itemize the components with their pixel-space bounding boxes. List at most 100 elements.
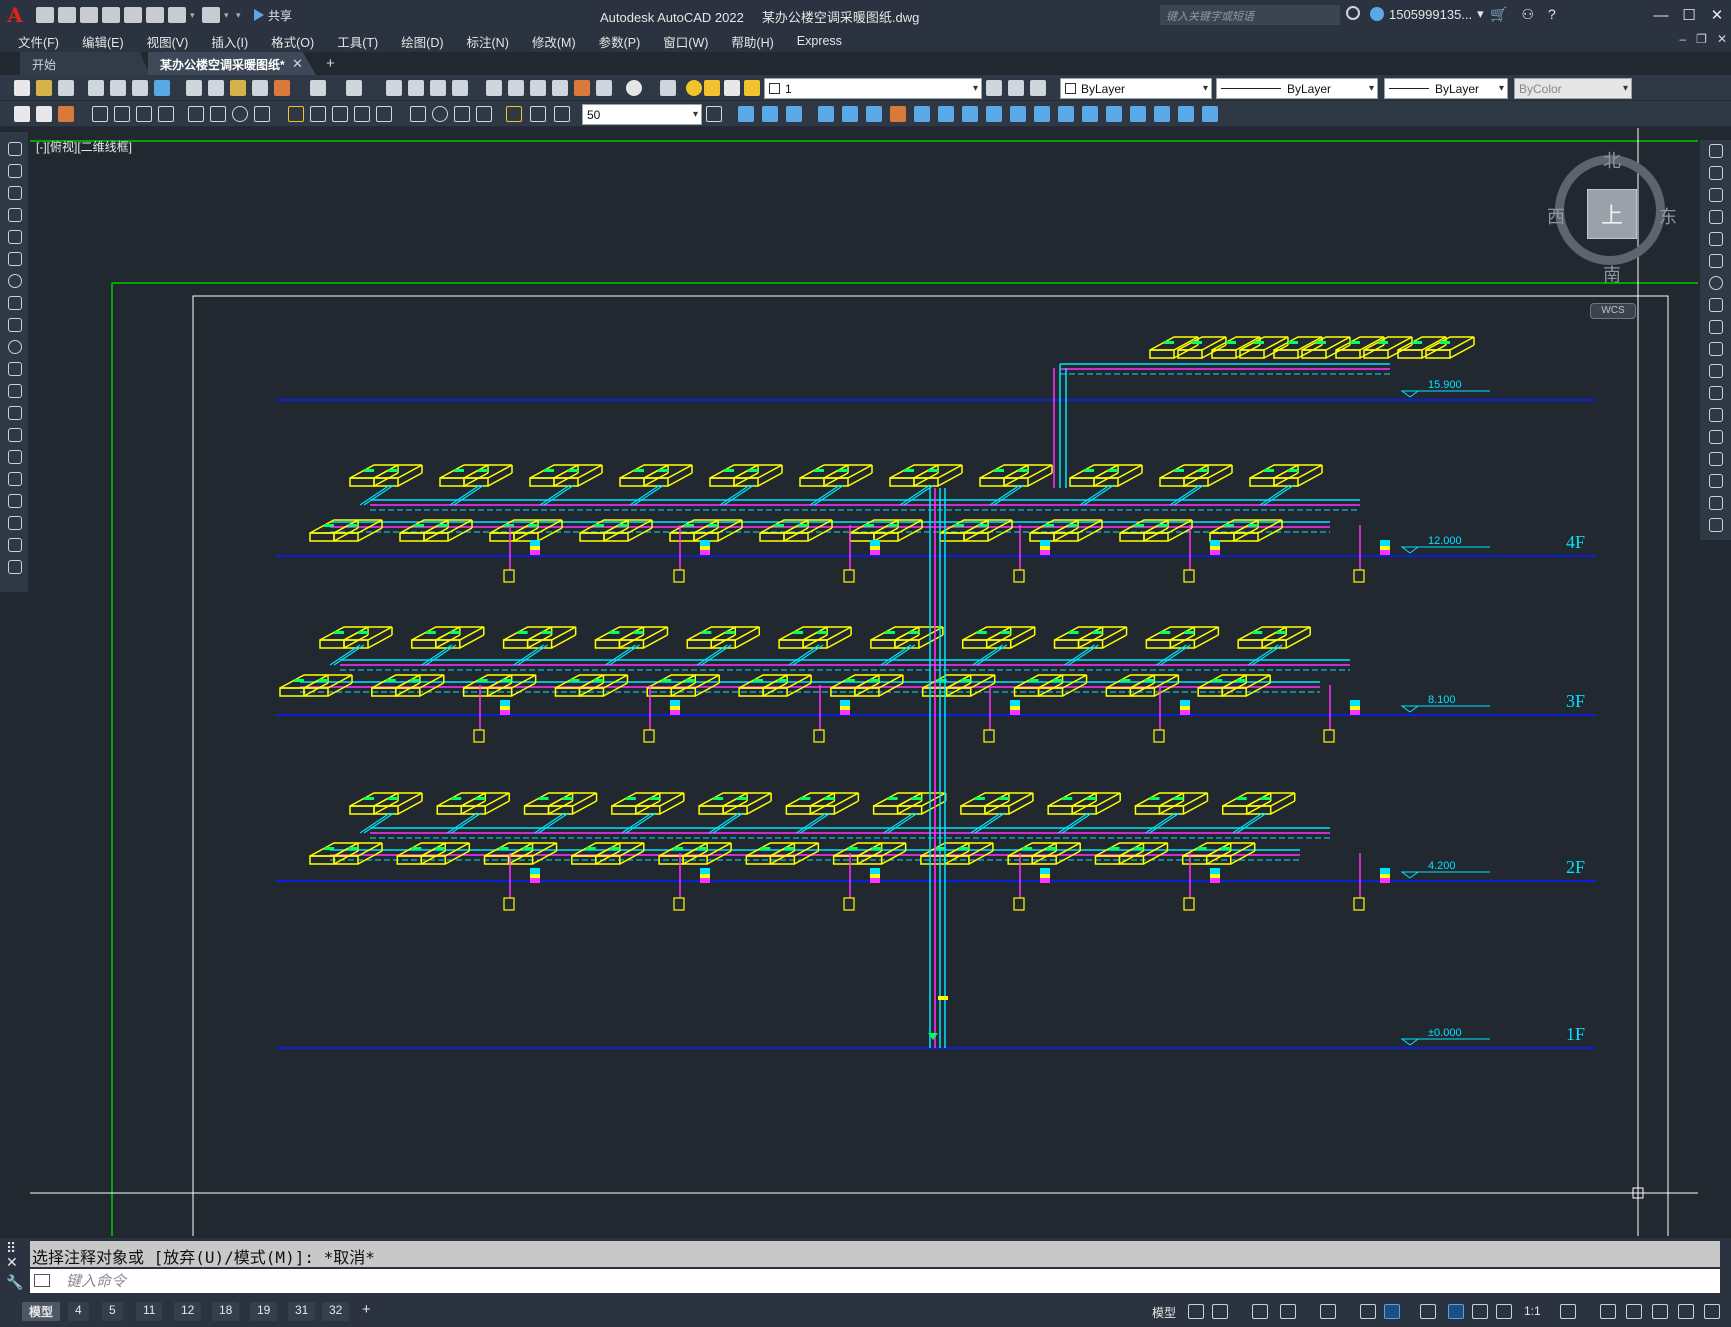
chamfer-icon[interactable] [1034, 106, 1050, 122]
customize-qat-icon[interactable]: ▾ [236, 7, 244, 23]
layout-tab-4[interactable]: 4 [68, 1302, 89, 1321]
menu-edit[interactable]: 编辑(E) [82, 32, 135, 51]
compass-south-label[interactable]: 南 [1603, 261, 1621, 287]
menu-dimension[interactable]: 标注(N) [467, 32, 520, 51]
isolate-objects-icon[interactable] [1678, 1304, 1694, 1319]
user-account[interactable]: 1505999135... ▾ [1370, 6, 1484, 22]
wcs-menu[interactable]: WCS [1590, 303, 1636, 319]
insert-block-icon[interactable] [36, 106, 52, 122]
layout-tab-19[interactable]: 19 [250, 1302, 278, 1321]
isodraft-icon[interactable] [1320, 1304, 1336, 1319]
properties-palette-icon[interactable] [486, 80, 502, 96]
ordinate-dimension-icon[interactable] [158, 106, 174, 122]
object-snap-icon[interactable] [1384, 1304, 1400, 1319]
dimension-update-icon[interactable] [554, 106, 570, 122]
gradient-tool-icon[interactable] [8, 472, 22, 486]
publish-icon[interactable] [132, 80, 148, 96]
layer-on-icon[interactable] [686, 80, 702, 96]
annotation-scale-value[interactable]: 1:1 [1524, 1304, 1541, 1318]
layout-tab-11[interactable]: 11 [136, 1302, 163, 1321]
command-line-customize-icon[interactable]: 🔧 [6, 1274, 23, 1291]
help-toolbar-icon[interactable] [626, 80, 642, 96]
open-icon[interactable] [36, 80, 52, 96]
copy-object-icon[interactable] [738, 106, 754, 122]
block-editor-icon[interactable] [274, 80, 290, 96]
dimension-style-dropdown[interactable]: 50 ▾ [582, 104, 702, 125]
lineweight-display-icon[interactable] [1420, 1304, 1436, 1319]
mtext-tool-icon[interactable] [8, 538, 22, 552]
grid-icon[interactable] [1188, 1304, 1204, 1319]
compass-east-label[interactable]: 东 [1659, 203, 1677, 229]
center-mark-icon[interactable] [432, 106, 448, 122]
layer-freeze-icon[interactable] [704, 80, 720, 96]
break-tool-icon[interactable] [1709, 408, 1723, 422]
make-block-icon[interactable] [8, 406, 22, 420]
tolerance-icon[interactable] [410, 106, 426, 122]
dimension-break-icon[interactable] [376, 106, 392, 122]
jogged-linear-icon[interactable] [476, 106, 492, 122]
layer-properties-icon[interactable] [660, 80, 676, 96]
3d-print-icon[interactable] [154, 80, 170, 96]
mirror-icon[interactable] [762, 106, 778, 122]
aligned-dimension-icon[interactable] [114, 106, 130, 122]
trim-tool-icon[interactable] [1709, 342, 1723, 356]
units-icon[interactable] [1626, 1304, 1642, 1319]
close-icon[interactable]: ✕ [1703, 0, 1731, 30]
command-line-close-icon[interactable]: ✕ [6, 1254, 18, 1271]
point-tool-icon[interactable] [8, 428, 22, 442]
redo-icon[interactable] [202, 7, 220, 23]
layer-previous-icon[interactable] [1008, 80, 1024, 96]
join-icon[interactable] [1010, 106, 1026, 122]
auto-scale-icon[interactable] [1472, 1304, 1488, 1319]
rotate-tool-icon[interactable] [1709, 276, 1723, 290]
menu-tools[interactable]: 工具(T) [337, 32, 389, 51]
snap-icon[interactable] [1212, 1304, 1228, 1319]
fillet-tool-icon[interactable] [1709, 474, 1723, 488]
redo-toolbar-icon[interactable] [346, 80, 362, 96]
dimension-style-icon[interactable] [706, 106, 722, 122]
model-space-button[interactable]: 模型 [1152, 1304, 1176, 1321]
arc-length-icon[interactable] [136, 106, 152, 122]
layer-states-icon[interactable] [1030, 80, 1046, 96]
line-tool-icon[interactable] [8, 142, 22, 156]
layout-tab-32[interactable]: 32 [322, 1302, 350, 1321]
explode-icon[interactable] [1082, 106, 1098, 122]
blend-curves-icon[interactable] [1709, 496, 1723, 510]
extend-icon[interactable] [962, 106, 978, 122]
revision-cloud-icon[interactable] [8, 296, 22, 310]
maximize-icon[interactable]: ☐ [1675, 0, 1703, 30]
plot-preview-icon[interactable] [110, 80, 126, 96]
spline-tool-icon[interactable] [8, 318, 22, 332]
doc-close-icon[interactable]: ✕ [1717, 32, 1727, 46]
trim-icon[interactable] [938, 106, 954, 122]
share-button[interactable]: 共享 [254, 7, 292, 24]
markup-icon[interactable] [574, 80, 590, 96]
layout-tab-18[interactable]: 18 [212, 1302, 240, 1321]
edit-spline-icon[interactable] [1130, 106, 1146, 122]
undo-icon[interactable] [168, 7, 186, 23]
region-tool-icon[interactable] [8, 494, 22, 508]
print-icon[interactable] [146, 7, 164, 23]
recent-commands-icon[interactable] [34, 1274, 50, 1287]
tab-close-icon[interactable]: ✕ [292, 56, 303, 72]
sheet-set-icon[interactable] [552, 80, 568, 96]
search-icon[interactable] [1346, 6, 1360, 20]
polyline-tool-icon[interactable] [8, 186, 22, 200]
menu-draw[interactable]: 绘图(D) [401, 32, 454, 51]
hardware-acceleration-icon[interactable] [1652, 1304, 1668, 1319]
draw-order-icon[interactable] [14, 106, 30, 122]
customization-icon[interactable] [1704, 1304, 1720, 1319]
undo-dropdown-icon[interactable]: ▾ [190, 7, 198, 23]
array-icon[interactable] [818, 106, 834, 122]
layer-dropdown[interactable]: 1 ▾ [764, 78, 982, 99]
mirror-tool-icon[interactable] [1709, 188, 1723, 202]
scale-tool-icon[interactable] [1709, 298, 1723, 312]
zoom-realtime-icon[interactable] [408, 80, 424, 96]
layer-lock-icon[interactable] [744, 80, 760, 96]
paste-icon[interactable] [230, 80, 246, 96]
continue-dimension-icon[interactable] [332, 106, 348, 122]
extend-tool-icon[interactable] [1709, 364, 1723, 378]
open-file-icon[interactable] [58, 7, 76, 23]
baseline-dimension-icon[interactable] [310, 106, 326, 122]
save-toolbar-icon[interactable] [58, 80, 74, 96]
